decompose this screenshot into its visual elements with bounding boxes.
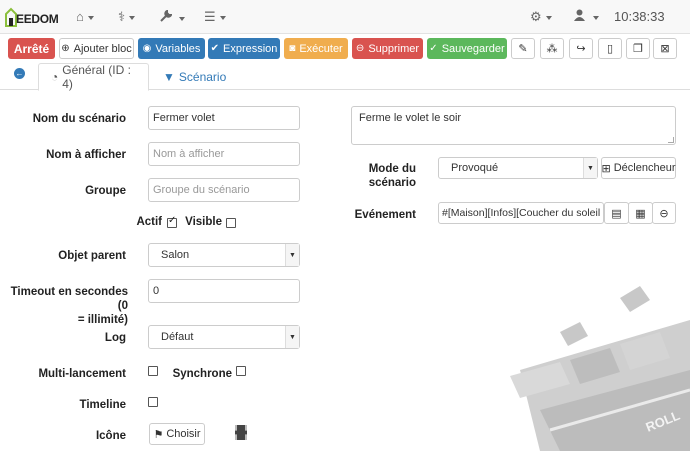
scenario-name-label: Nom du scénario [32,113,126,125]
stethoscope-icon: ⚕ [118,9,126,24]
plus-square-icon: ⊞ [601,162,611,175]
active-label: Actif [136,216,162,228]
chevron-down-icon: ▼ [285,244,299,266]
icon-label: Icône [95,430,126,442]
share-icon: ↪ [576,43,586,55]
scenario-mode-label: Mode du scénario [368,163,416,189]
top-navbar: EEDOM ⌂ ⚕ ☰ ⚙ 10:38:33 [0,0,690,34]
home-icon: ⌂ [76,9,84,24]
remove-trigger-button[interactable]: ⊖ [652,202,676,224]
trigger-button[interactable]: ⊞ Déclencheur [601,157,676,179]
export-button[interactable]: ↪ [569,38,593,59]
display-name-input[interactable] [148,142,300,166]
display-name-label: Nom à afficher [46,149,126,161]
visible-checkbox[interactable] [226,218,236,228]
edit-icon: ✎ [518,43,528,55]
wrench-icon [160,9,175,25]
check-icon: ✔ [210,43,219,54]
multi-launch-checkbox[interactable] [148,366,158,376]
execute-button[interactable]: ◙ Exécuter [284,38,348,59]
resize-grip [668,137,674,143]
flag-icon: ⚑ [153,428,164,441]
minus-circle-icon: ⊖ [659,207,669,220]
save-button[interactable]: ✓ Sauvegarder [427,38,507,59]
clapperboard-background: ROLL [510,286,690,451]
dashboard-icon: ◔ [51,70,59,84]
visible-label: Visible [185,216,222,228]
chevron-down-icon: ▼ [285,326,299,348]
parent-object-label: Objet parent [58,250,126,262]
calculator-icon: ▦ [635,207,646,220]
list-icon: ▤ [611,207,622,220]
timeline-checkbox[interactable] [148,397,158,407]
event-input[interactable] [438,202,604,224]
check-circle-icon: ✓ [429,43,438,54]
tasks-menu[interactable]: ☰ [204,9,226,25]
duplicate-button[interactable]: ❐ [626,38,650,59]
copy-icon: ❐ [633,43,643,55]
file-icon: ▯ [606,43,614,55]
user-icon [574,9,589,24]
back-arrow-icon[interactable]: ← [14,68,25,79]
chevron-down-icon: ▼ [583,158,597,178]
log-button[interactable]: ▯ [598,38,622,59]
dependencies-button[interactable]: ⁂ [540,38,564,59]
description-textarea[interactable]: Ferme le volet le soir [351,106,676,145]
event-label: Evénement [354,209,416,221]
list-button[interactable]: ▤ [604,202,629,224]
scenario-name-input[interactable] [148,106,300,130]
timeout-input[interactable] [148,279,300,303]
jeedom-logo[interactable]: EEDOM [4,5,59,29]
variables-button[interactable]: ◉ Variables [138,38,205,59]
group-label: Groupe [85,185,126,197]
choose-icon-button[interactable]: ⚑ Choisir [149,423,205,445]
tab-bar: ◔ Général (ID : 4) ▼ Scénario [0,62,690,91]
calculator-button[interactable]: ▦ [628,202,653,224]
scenario-toolbar: Arrêté ⊕ Ajouter bloc ◉ Variables ✔ Expr… [0,38,690,62]
synchronous-checkbox[interactable] [236,366,246,376]
scenario-mode-select[interactable]: Provoqué ▼ [438,157,598,179]
gamepad-icon: ◙ [289,43,296,54]
timeline-label: Timeline [79,399,126,411]
tab-scenario[interactable]: ▼ Scénario [163,63,226,91]
plus-circle-icon: ⊕ [61,43,70,54]
active-checkbox[interactable] [167,215,177,228]
multi-launch-label: Multi-lancement [38,368,126,380]
film-icon [235,425,247,440]
add-block-button[interactable]: ⊕ Ajouter bloc [59,38,134,59]
edit-button[interactable]: ✎ [511,38,535,59]
timeout-label: Timeout en secondes (0 = illimité) [10,286,128,326]
expand-icon: ⊠ [660,43,670,55]
clock: 10:38:33 [614,9,665,24]
expression-button[interactable]: ✔ Expression [208,38,280,59]
user-menu[interactable] [574,9,599,24]
home-menu[interactable]: ⌂ [76,9,94,24]
log-label: Log [104,332,126,344]
filter-icon: ▼ [163,70,175,84]
sitemap-icon: ⁂ [546,43,558,55]
eye-icon: ◉ [142,43,152,54]
minus-circle-icon: ⊖ [355,43,365,54]
settings-menu[interactable]: ⚙ [530,9,552,25]
logo-text: EEDOM [16,12,59,26]
log-select[interactable]: Défaut ▼ [148,325,300,349]
tasks-icon: ☰ [204,9,216,24]
status-stopped-badge[interactable]: Arrêté [8,38,55,59]
fullscreen-button[interactable]: ⊠ [653,38,677,59]
group-input[interactable] [148,178,300,202]
tab-general[interactable]: ◔ Général (ID : 4) [38,63,149,91]
health-menu[interactable]: ⚕ [118,9,136,25]
tools-menu[interactable] [160,9,186,25]
cogs-icon: ⚙ [530,9,542,24]
parent-object-select[interactable]: Salon ▼ [148,243,300,267]
synchronous-label: Synchrone [172,368,232,380]
delete-button[interactable]: ⊖ Supprimer [352,38,423,59]
